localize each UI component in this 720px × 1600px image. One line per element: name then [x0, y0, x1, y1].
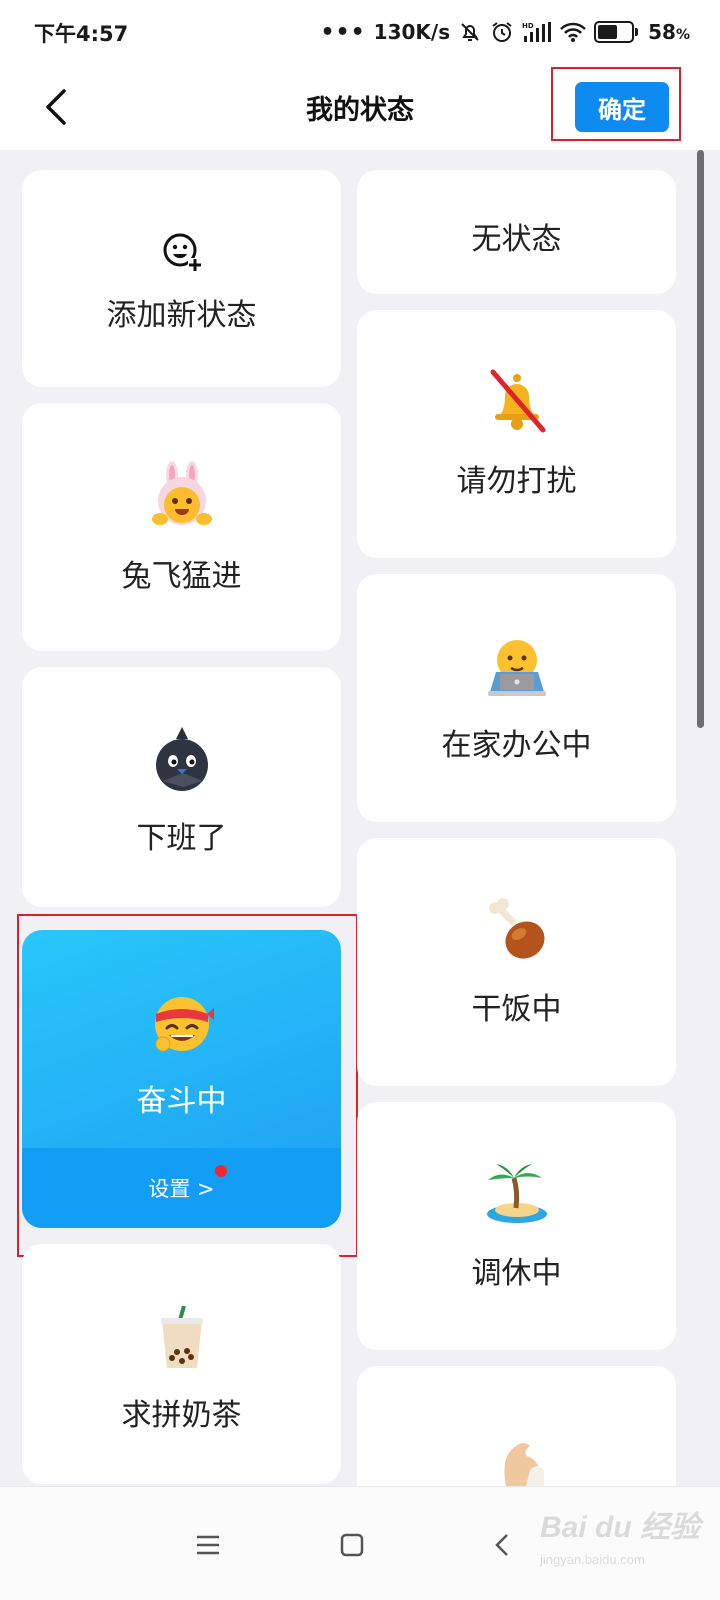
flexed-arm-emoji [357, 1426, 676, 1490]
header-bar: 我的状态 确定 [0, 64, 720, 150]
status-card-wfh[interactable]: 在家办公中 [357, 574, 676, 822]
status-label: 在家办公中 [441, 728, 592, 763]
wifi-icon [560, 21, 587, 43]
battery-percent: 58% [648, 20, 690, 44]
menu-button[interactable] [180, 1517, 236, 1573]
battery-icon [594, 21, 639, 43]
status-card-offwork[interactable]: 下班了 [22, 667, 341, 907]
status-label: 无状态 [471, 222, 562, 257]
status-label: 下班了 [136, 821, 227, 856]
hamburger-icon [197, 1535, 219, 1555]
settings-button[interactable]: 设置 > [22, 1148, 341, 1228]
scrollbar[interactable] [697, 150, 704, 728]
watermark-sub: jingyan.baidu.com [540, 1552, 645, 1567]
status-time: 下午4:57 [34, 22, 129, 46]
confirm-button[interactable]: 确定 [575, 82, 669, 132]
status-card-milktea[interactable]: 求拼奶茶 [22, 1244, 341, 1484]
chevron-left-icon [495, 1534, 508, 1556]
bubble-tea-emoji [22, 1305, 341, 1376]
svg-text:HD: HD [522, 22, 534, 30]
laptop-worker-emoji [357, 636, 676, 702]
hd-signal-icon: HD [522, 20, 552, 44]
status-bar: 下午4:57 ••• 130K/s HD 58% [0, 0, 720, 64]
home-button[interactable] [324, 1517, 380, 1573]
status-label: 干饭中 [471, 992, 562, 1027]
watermark: Bai du 经验 jingyan.baidu.com [540, 1492, 710, 1592]
status-card-none[interactable]: 无状态 [357, 170, 676, 294]
status-card-add[interactable]: 添加新状态 [22, 170, 341, 387]
status-label: 兔飞猛进 [121, 559, 242, 594]
drumstick-emoji [357, 898, 676, 968]
watermark-text: Bai du 经验 [540, 1511, 701, 1544]
palm-island-emoji [357, 1162, 676, 1230]
battery-level-fill [598, 25, 617, 39]
notification-dot [215, 1165, 227, 1177]
status-card-rabbit[interactable]: 兔飞猛进 [22, 403, 341, 651]
bunny-hat-emoji [22, 461, 341, 533]
black-bird-emoji [22, 725, 341, 799]
status-label: 添加新状态 [106, 298, 257, 333]
network-speed: 130K/s [373, 20, 451, 44]
status-label: 求拼奶茶 [121, 1398, 242, 1433]
alarm-icon [490, 20, 514, 44]
mute-bell-icon [458, 20, 482, 44]
confirm-highlight-box: 确定 [551, 67, 681, 141]
settings-label: 设置 > [148, 1177, 215, 1201]
status-icons: ••• 130K/s HD 58% [320, 16, 690, 48]
add-emoji-icon [22, 230, 341, 278]
square-icon [340, 1533, 364, 1557]
status-card-striving[interactable]: 奋斗中 设置 > [22, 930, 341, 1228]
status-card-fitness[interactable] [357, 1366, 676, 1506]
status-label: 调休中 [471, 1256, 562, 1291]
status-label: 请勿打扰 [456, 464, 577, 499]
status-label: 奋斗中 [136, 1084, 227, 1119]
status-card-dayoff[interactable]: 调休中 [357, 1102, 676, 1350]
status-card-dnd[interactable]: 请勿打扰 [357, 310, 676, 558]
headband-emoji [22, 992, 341, 1058]
muted-bell-icon [357, 368, 676, 438]
status-card-eating[interactable]: 干饭中 [357, 838, 676, 1086]
nav-back-button[interactable] [474, 1517, 530, 1573]
more-dots-icon: ••• [320, 19, 366, 45]
